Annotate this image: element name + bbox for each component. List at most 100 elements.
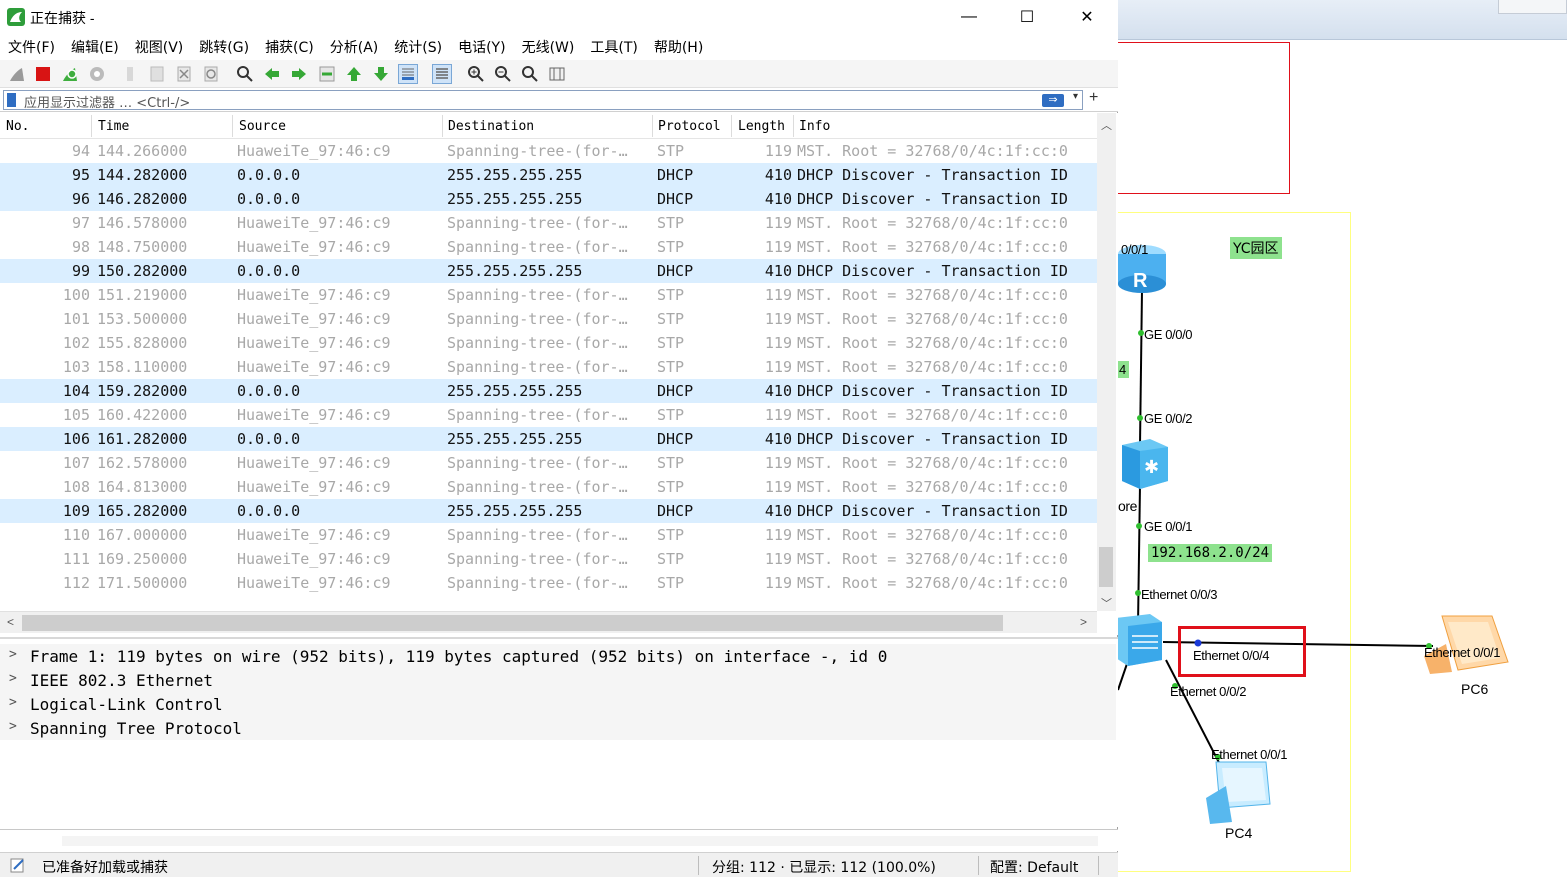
cell-destination: Spanning-tree-(for-… [447,574,628,592]
packet-list-hscrollbar[interactable]: < > [0,611,1097,633]
packet-row[interactable]: 112 171.500000 HuaweiTe_97:46:c9 Spanning-t… [0,571,1097,595]
zoom-normal-icon[interactable] [520,64,540,84]
cell-protocol: STP [657,238,685,256]
go-first-icon[interactable] [344,64,364,84]
packet-row[interactable]: 94 144.266000 HuaweiTe_97:46:c9 Spanning-tr… [0,139,1097,163]
reload-icon[interactable] [201,64,221,84]
cell-time: 160.422000 [97,406,188,424]
packet-row[interactable]: 95 144.282000 0.0.0.0 255.255.255.255 DHCP 41… [0,163,1097,187]
scroll-right-icon[interactable]: > [1080,615,1087,629]
packet-list-vscrollbar[interactable]: ︿ ﹀ [1097,113,1116,611]
packet-row[interactable]: 111 169.250000 HuaweiTe_97:46:c9 Spanning-t… [0,547,1097,571]
packet-row[interactable]: 98 148.750000 HuaweiTe_97:46:c9 Spanning-tr… [0,235,1097,259]
packet-row[interactable]: 108 164.813000 HuaweiTe_97:46:c9 Spanning-t… [0,475,1097,499]
menu-go[interactable]: 跳转(G) [199,37,249,57]
packet-row[interactable]: 105 160.422000 HuaweiTe_97:46:c9 Spanning-t… [0,403,1097,427]
access-switch-icon[interactable] [1118,612,1166,668]
scroll-left-icon[interactable]: < [7,615,14,629]
go-forward-icon[interactable] [289,64,309,84]
open-file-icon[interactable] [120,64,140,84]
detail-row-frame[interactable]: > Frame 1: 119 bytes on wire (952 bits),… [0,644,1116,668]
packet-row[interactable]: 107 162.578000 HuaweiTe_97:46:c9 Spanning-t… [0,451,1097,475]
expand-chevron-icon[interactable]: > [9,647,17,662]
stop-capture-icon[interactable] [33,64,53,84]
go-last-icon[interactable] [371,64,391,84]
capture-file-comment-icon[interactable] [10,857,26,873]
colorize-icon[interactable] [432,64,452,84]
cell-protocol: DHCP [657,382,694,400]
packet-row[interactable]: 99 150.282000 0.0.0.0 255.255.255.255 DHCP 41… [0,259,1097,283]
packet-row[interactable]: 96 146.282000 0.0.0.0 255.255.255.255 DHCP 41… [0,187,1097,211]
cell-protocol: STP [657,142,685,160]
minimize-button[interactable]: — [940,0,998,34]
packet-row[interactable]: 110 167.000000 HuaweiTe_97:46:c9 Spanning-t… [0,523,1097,547]
save-file-icon[interactable] [147,64,167,84]
column-time[interactable]: Time [98,119,129,134]
detail-row-ethernet[interactable]: > IEEE 802.3 Ethernet [0,668,1116,692]
menu-help[interactable]: 帮助(H) [654,37,703,57]
scroll-down-icon[interactable]: ﹀ [1101,595,1112,611]
bookmark-icon[interactable] [7,93,16,107]
packet-row[interactable]: 100 151.219000 HuaweiTe_97:46:c9 Spanning-t… [0,283,1097,307]
menu-telephony[interactable]: 电话(Y) [458,37,505,57]
maximize-button[interactable]: ☐ [998,0,1056,34]
detail-row-llc[interactable]: > Logical-Link Control [0,692,1116,716]
cell-protocol: STP [657,214,685,232]
hscroll-thumb[interactable] [22,615,1003,631]
column-length[interactable]: Length [738,119,785,134]
cell-protocol: STP [657,526,685,544]
menu-statistics[interactable]: 统计(S) [394,37,442,57]
cell-destination: Spanning-tree-(for-… [447,406,628,424]
go-to-packet-icon[interactable] [317,64,337,84]
zoom-in-icon[interactable] [466,64,486,84]
expand-chevron-icon[interactable]: > [9,671,17,686]
column-protocol[interactable]: Protocol [658,119,721,134]
cell-destination: Spanning-tree-(for-… [447,142,628,160]
autoscroll-icon[interactable] [398,64,418,84]
packet-row[interactable]: 106 161.282000 0.0.0.0 255.255.255.255 DHCP 4… [0,427,1097,451]
close-file-icon[interactable] [174,64,194,84]
expand-chevron-icon[interactable]: > [9,719,17,734]
add-filter-button[interactable]: + [1089,89,1098,107]
expand-chevron-icon[interactable]: > [9,695,17,710]
scroll-up-icon[interactable]: ︿ [1101,117,1112,133]
restart-capture-icon[interactable] [60,64,80,84]
svg-text:✱: ✱ [1144,457,1159,477]
packet-row[interactable]: 103 158.110000 HuaweiTe_97:46:c9 Spanning-t… [0,355,1097,379]
column-info[interactable]: Info [799,119,830,134]
zoom-out-icon[interactable] [493,64,513,84]
menu-capture[interactable]: 捕获(C) [265,37,314,57]
packet-row[interactable]: 104 159.282000 0.0.0.0 255.255.255.255 DHCP 4… [0,379,1097,403]
display-filter-input[interactable]: 应用显示过滤器 … <Ctrl-/> ⇒ ▾ [3,90,1083,111]
packet-row[interactable]: 101 153.500000 HuaweiTe_97:46:c9 Spanning-t… [0,307,1097,331]
column-destination[interactable]: Destination [448,119,534,134]
status-profile[interactable]: 配置: Default [990,857,1078,877]
packet-row[interactable]: 102 155.828000 HuaweiTe_97:46:c9 Spanning-t… [0,331,1097,355]
cell-info: MST. Root = 32768/0/4c:1f:cc:0 [797,310,1068,328]
go-back-icon[interactable] [262,64,282,84]
shark-fin-icon[interactable] [7,64,27,84]
capture-options-icon[interactable] [87,64,107,84]
close-button[interactable]: ✕ [1058,0,1116,34]
filter-history-dropdown[interactable]: ▾ [1073,91,1078,102]
menu-wireless[interactable]: 无线(W) [522,37,575,57]
cell-no: 111 [62,550,90,568]
column-no[interactable]: No. [6,119,29,134]
pc4-icon[interactable] [1204,758,1274,826]
access-pc4-port-label: Ethernet 0/0/2 [1170,684,1247,699]
vscroll-thumb[interactable] [1099,547,1113,587]
core-switch-icon[interactable]: ✱ [1118,437,1172,493]
menu-edit[interactable]: 编辑(E) [71,37,119,57]
bytes-hscrollbar[interactable] [62,836,1098,846]
find-packet-icon[interactable] [235,64,255,84]
detail-row-stp[interactable]: > Spanning Tree Protocol [0,716,1116,740]
resize-columns-icon[interactable] [547,64,567,84]
menu-analyze[interactable]: 分析(A) [330,37,379,57]
packet-row[interactable]: 109 165.282000 0.0.0.0 255.255.255.255 DHCP 4… [0,499,1097,523]
menu-tools[interactable]: 工具(T) [590,37,637,57]
apply-filter-button[interactable]: ⇒ [1042,94,1064,107]
menu-view[interactable]: 视图(V) [135,37,184,57]
menu-file[interactable]: 文件(F) [8,37,55,57]
packet-row[interactable]: 97 146.578000 HuaweiTe_97:46:c9 Spanning-tr… [0,211,1097,235]
column-source[interactable]: Source [239,119,286,134]
